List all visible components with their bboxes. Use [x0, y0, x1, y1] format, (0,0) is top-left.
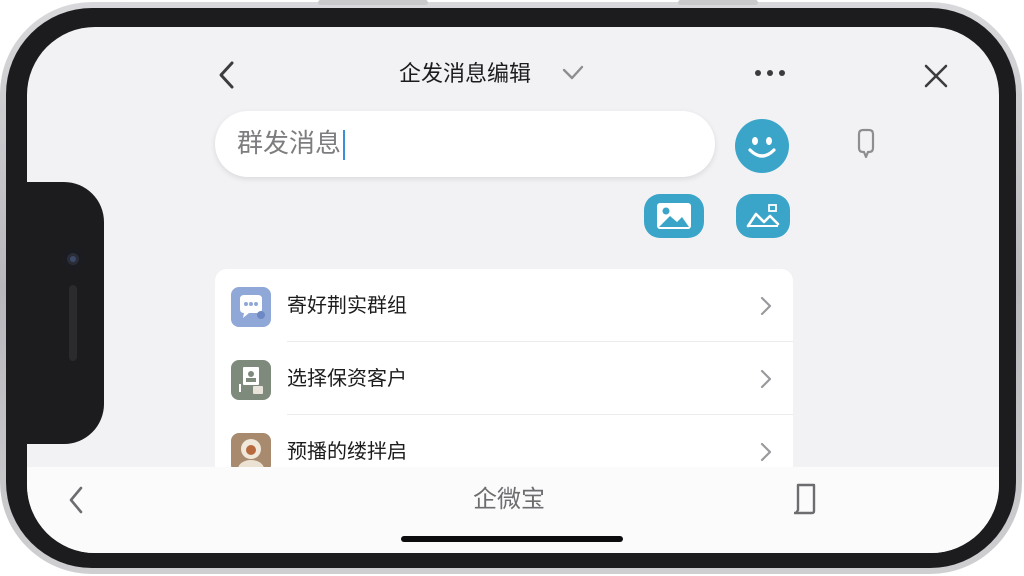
- list-item-label: 选择保资客户: [287, 366, 407, 390]
- home-indicator[interactable]: [401, 536, 623, 542]
- bottom-bar: 企微宝: [27, 467, 999, 553]
- smiley-icon: [748, 137, 776, 158]
- screen: 企发消息编辑 群发消息 寄好荆实群组 选择保资客户 预播的缕拌启 企微宝: [27, 27, 999, 553]
- phone-notch: [27, 182, 104, 444]
- more-horizontal-icon[interactable]: [753, 63, 787, 83]
- message-input[interactable]: 群发消息: [215, 111, 875, 177]
- chevron-left-icon[interactable]: [211, 57, 243, 93]
- chevron-left-icon[interactable]: [63, 483, 89, 517]
- check-icon[interactable]: [561, 61, 585, 85]
- speaker-grille: [69, 285, 77, 361]
- image-icon: [657, 203, 691, 229]
- customer-select-icon: [231, 360, 271, 400]
- list-item[interactable]: 选择保资客户: [215, 342, 793, 415]
- chat-group-icon: [231, 287, 271, 327]
- chevron-right-icon: [755, 293, 777, 319]
- page-title: 企发消息编辑: [399, 62, 532, 87]
- chart-image-icon: [746, 204, 780, 228]
- hardware-button: [318, 0, 428, 5]
- chevron-right-icon: [755, 439, 777, 465]
- emoji-button[interactable]: [735, 119, 789, 173]
- bottom-bar-title: 企微宝: [473, 485, 545, 513]
- message-input-value: 群发消息: [237, 111, 346, 177]
- insert-chart-image-button[interactable]: [736, 194, 790, 238]
- camera-icon: [63, 249, 83, 269]
- chevron-right-icon: [755, 366, 777, 392]
- list-item[interactable]: 寄好荆实群组: [215, 269, 793, 342]
- hardware-button: [678, 0, 758, 5]
- list-item-label: 寄好荆实群组: [287, 293, 407, 317]
- text-caret: [343, 129, 346, 160]
- microphone-icon[interactable]: [851, 127, 881, 161]
- close-icon[interactable]: [921, 61, 951, 91]
- insert-image-button[interactable]: [644, 194, 704, 238]
- document-icon[interactable]: [791, 481, 821, 517]
